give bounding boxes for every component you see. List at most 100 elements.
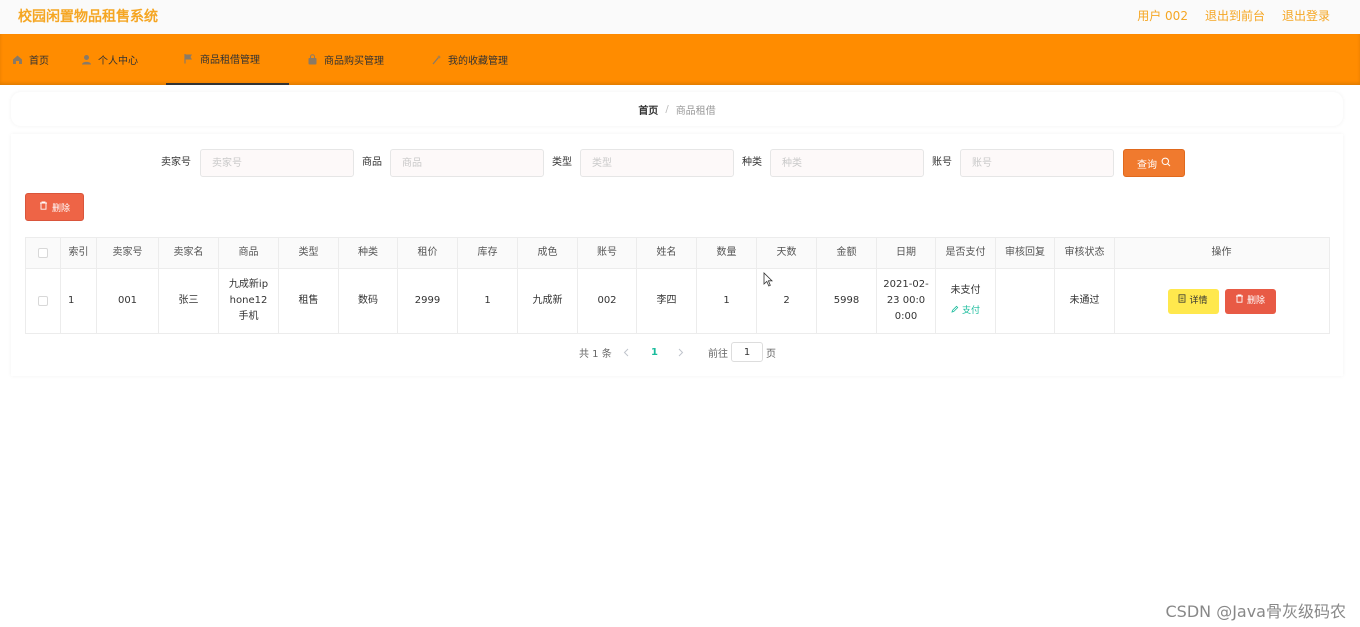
top-bar: 校园闲置物品租售系统 用户 002 退出到前台 退出登录 — [0, 0, 1360, 34]
nav-item-rental-management[interactable]: 商品租借管理 — [166, 34, 289, 85]
product-input[interactable] — [390, 149, 544, 177]
top-links: 用户 002 退出到前台 退出登录 — [1137, 7, 1330, 24]
breadcrumb-home[interactable]: 首页 — [638, 102, 658, 117]
header-category: 种类 — [339, 238, 398, 268]
seller-no-label: 卖家号 — [161, 157, 191, 168]
detail-button-label: 详情 — [1189, 296, 1208, 306]
cell-review-status: 未通过 — [1055, 269, 1115, 333]
nav-label-home: 首页 — [29, 56, 49, 67]
prev-page-button[interactable] — [623, 342, 629, 362]
header-date: 日期 — [877, 238, 936, 268]
type-input[interactable] — [580, 149, 734, 177]
type-label: 类型 — [552, 157, 572, 168]
header-type: 类型 — [279, 238, 339, 268]
cell-condition: 九成新 — [518, 269, 578, 333]
document-icon — [1178, 293, 1186, 309]
category-input[interactable] — [770, 149, 924, 177]
page-number-1[interactable]: 1 — [651, 342, 658, 362]
header-name: 姓名 — [637, 238, 697, 268]
header-product: 商品 — [219, 238, 279, 268]
table-row: 1 001 张三 九成新iphone12手机 租售 数码 2999 1 九成新 … — [26, 269, 1329, 333]
bulk-delete-button[interactable]: 删除 — [25, 193, 84, 221]
flag-icon — [183, 53, 194, 64]
header-operations: 操作 — [1211, 247, 1232, 258]
nav-item-favorites-management[interactable]: 我的收藏管理 — [431, 34, 508, 85]
header-quantity: 数量 — [697, 238, 757, 268]
cell-review-reply — [996, 269, 1055, 333]
cell-name: 李四 — [637, 269, 697, 333]
cell-quantity: 1 — [697, 269, 757, 333]
cell-paid: 未支付 支付 — [936, 269, 996, 333]
cell-seller-no: 001 — [97, 269, 159, 333]
select-all-cell — [26, 238, 61, 268]
header-price: 租价 — [398, 238, 458, 268]
goto-label: 前往 — [708, 348, 728, 360]
search-icon — [1161, 157, 1171, 170]
cell-category: 数码 — [339, 269, 398, 333]
trash-icon — [1235, 293, 1244, 309]
breadcrumb-current: 商品租借 — [675, 105, 716, 117]
account-label: 账号 — [932, 157, 952, 168]
edit-icon — [951, 303, 959, 319]
nav-label-personal-center: 个人中心 — [98, 56, 138, 67]
row-checkbox[interactable] — [38, 296, 48, 306]
header-condition: 成色 — [518, 238, 578, 268]
header-account: 账号 — [578, 238, 637, 268]
cell-seller-name: 张三 — [159, 269, 219, 333]
row-delete-button[interactable]: 删除 — [1224, 288, 1276, 314]
paid-status: 未支付 — [950, 285, 981, 296]
cell-amount: 5998 — [817, 269, 877, 333]
breadcrumb-separator: / — [665, 103, 669, 115]
header-paid: 是否支付 — [936, 238, 996, 268]
current-user-link[interactable]: 用户 002 — [1137, 7, 1188, 24]
nav-item-personal-center[interactable]: 个人中心 — [81, 34, 138, 85]
cell-stock: 1 — [458, 269, 518, 333]
user-icon — [81, 54, 92, 65]
query-button-label: 查询 — [1137, 159, 1157, 171]
header-stock: 库存 — [458, 238, 518, 268]
cell-type: 租售 — [279, 269, 339, 333]
trash-icon — [39, 201, 48, 213]
app-title: 校园闲置物品租售系统 — [18, 9, 158, 25]
next-page-button[interactable] — [678, 342, 684, 362]
seller-no-input[interactable] — [200, 149, 354, 177]
cell-index: 1 — [61, 269, 97, 333]
header-seller-name: 卖家名 — [159, 238, 219, 268]
select-all-checkbox[interactable] — [38, 248, 48, 258]
header-amount: 金额 — [817, 238, 877, 268]
pay-link[interactable]: 支付 — [951, 303, 980, 319]
rental-table: 索引 卖家号 卖家名 商品 类型 种类 租价 库存 成色 账号 姓名 数量 天数… — [25, 237, 1330, 334]
header-index: 索引 — [61, 238, 97, 268]
mouse-cursor-icon — [763, 272, 773, 287]
nav-item-home[interactable]: 首页 — [12, 34, 49, 85]
page-suffix: 页 — [766, 348, 776, 360]
breadcrumb: 首页 / 商品租借 — [11, 92, 1343, 126]
cell-price: 2999 — [398, 269, 458, 333]
cell-account: 002 — [578, 269, 637, 333]
table-header-row: 索引 卖家号 卖家名 商品 类型 种类 租价 库存 成色 账号 姓名 数量 天数… — [26, 238, 1329, 269]
nav-label-purchase-management: 商品购买管理 — [324, 56, 384, 67]
cell-date: 2021-02-23 00:00:00 — [877, 269, 936, 333]
header-review-status: 审核状态 — [1055, 238, 1115, 268]
row-select-cell — [26, 269, 61, 333]
category-label: 种类 — [742, 157, 762, 168]
home-icon — [12, 54, 23, 65]
query-button[interactable]: 查询 — [1123, 149, 1185, 177]
back-to-front-link[interactable]: 退出到前台 — [1205, 7, 1265, 24]
goto-page-input[interactable] — [731, 342, 763, 362]
nav-item-purchase-management[interactable]: 商品购买管理 — [307, 34, 384, 85]
bag-icon — [307, 54, 318, 65]
account-input[interactable] — [960, 149, 1114, 177]
logout-link[interactable]: 退出登录 — [1282, 7, 1330, 24]
detail-button[interactable]: 详情 — [1167, 288, 1219, 314]
header-seller-no: 卖家号 — [97, 238, 159, 268]
magic-icon — [431, 54, 442, 65]
cell-operations: 详情 删除 — [1115, 269, 1328, 333]
bulk-delete-label: 删除 — [51, 203, 70, 214]
nav-label-favorites-management: 我的收藏管理 — [448, 56, 508, 67]
cell-product: 九成新iphone12手机 — [219, 269, 279, 333]
chevron-right-icon — [678, 348, 684, 356]
watermark: CSDN @Java骨灰级码农 — [1165, 602, 1346, 621]
product-label: 商品 — [362, 157, 382, 168]
header-days: 天数 — [757, 238, 817, 268]
